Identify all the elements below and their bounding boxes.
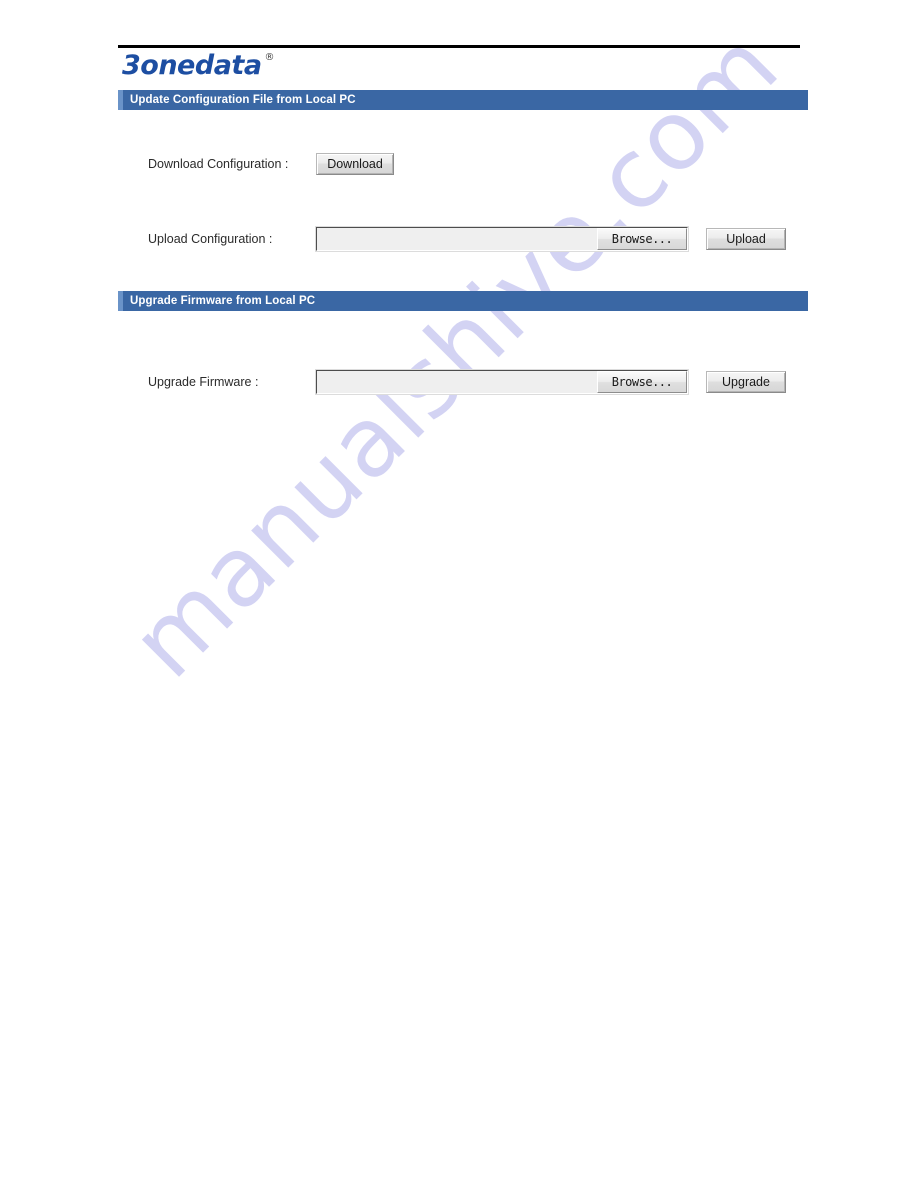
label-upgrade-firmware: Upgrade Firmware : (148, 375, 259, 389)
section-title-update-configuration: Update Configuration File from Local PC (130, 94, 356, 106)
section-header-upgrade-firmware: Upgrade Firmware from Local PC (118, 291, 808, 311)
brand-logo: 3onedata ® (122, 52, 275, 82)
row-upgrade-firmware: Upgrade Firmware : Browse... Upgrade (148, 370, 786, 394)
download-button[interactable]: Download (316, 153, 394, 175)
section-title-upgrade-firmware: Upgrade Firmware from Local PC (130, 295, 316, 307)
upgrade-firmware-browse-button[interactable]: Browse... (597, 371, 687, 393)
upload-button[interactable]: Upload (706, 228, 786, 250)
upload-configuration-filefield[interactable]: Browse... (316, 227, 688, 251)
label-download-configuration: Download Configuration : (148, 157, 289, 171)
upload-configuration-browse-button[interactable]: Browse... (597, 228, 687, 250)
page-canvas: manualshive.com 3onedata ® Update Config… (0, 0, 918, 1188)
brand-logo-text: 3onedata (122, 50, 262, 81)
row-upload-configuration: Upload Configuration : Browse... Upload (148, 227, 786, 251)
header-divider (118, 45, 800, 48)
page-content: 3onedata ® Update Configuration File fro… (0, 0, 918, 1188)
registered-trademark-icon: ® (264, 52, 275, 63)
row-download-configuration: Download Configuration : Download (148, 153, 394, 175)
section-header-update-configuration: Update Configuration File from Local PC (118, 90, 808, 110)
upgrade-firmware-path-input[interactable] (317, 371, 597, 393)
upload-configuration-path-input[interactable] (317, 228, 597, 250)
upgrade-button[interactable]: Upgrade (706, 371, 786, 393)
label-upload-configuration: Upload Configuration : (148, 232, 273, 246)
upgrade-firmware-filefield[interactable]: Browse... (316, 370, 688, 394)
